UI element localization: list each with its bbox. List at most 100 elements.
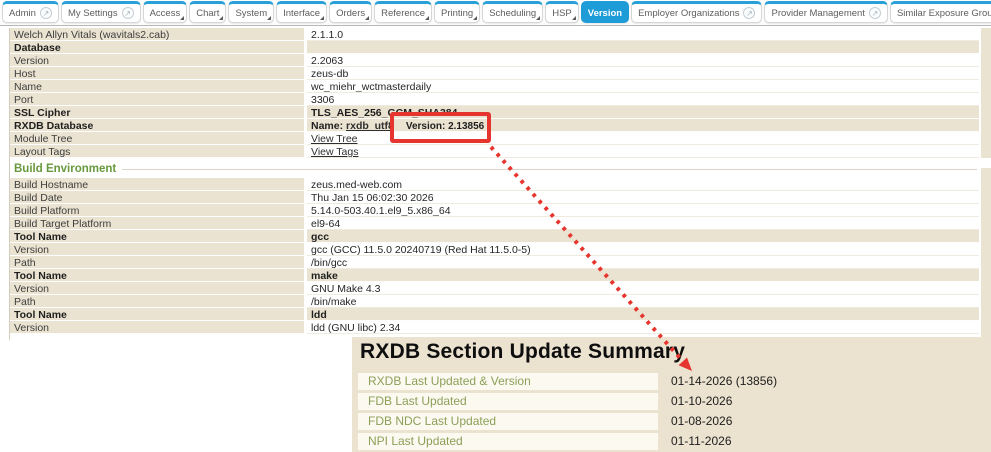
open-in-new-window-icon[interactable] — [743, 7, 755, 19]
table-row-tool-name: Tool Nameldd — [10, 308, 979, 321]
tab-employer-organizations[interactable]: Employer Organizations — [631, 1, 762, 23]
tab-version[interactable]: Version — [581, 1, 629, 23]
row-label: Tool Name — [10, 230, 304, 243]
rxdb-summary-overlay: RXDB Section Update Summary RXDB Last Up… — [347, 337, 991, 452]
row-label: Build Hostname — [10, 178, 304, 191]
row-label: Path — [10, 256, 304, 269]
open-in-new-window-icon[interactable] — [869, 7, 881, 19]
table-row-version: Versiongcc (GCC) 11.5.0 20240719 (Red Ha… — [10, 243, 979, 256]
row-value: zeus-db — [307, 67, 979, 80]
row-value: 2.2063 — [307, 54, 979, 67]
dropdown-caret-icon — [365, 16, 369, 20]
tab-chart[interactable]: Chart — [189, 1, 226, 23]
table-row-port: Port3306 — [10, 93, 979, 106]
table-row-rxdb-database: RXDB DatabaseName: rxdb_utf8Version: 2.1… — [10, 119, 979, 132]
tab-access[interactable]: Access — [143, 1, 188, 23]
dropdown-caret-icon — [320, 16, 324, 20]
overlay-title: RXDB Section Update Summary — [360, 340, 991, 364]
row-label: Version — [10, 243, 304, 256]
value-link[interactable]: rxdb_utf8 — [346, 120, 394, 132]
open-in-new-window-icon[interactable] — [40, 7, 52, 19]
dropdown-caret-icon — [572, 16, 576, 20]
table-row-version: Version2.2063 — [10, 54, 979, 67]
row-value: zeus.med-web.com — [307, 178, 979, 191]
value-link[interactable]: View Tags — [311, 146, 358, 158]
row-value: wc_miehr_wctmasterdaily — [307, 80, 979, 93]
table-row-build-target-platform: Build Target Platformel9-64 — [10, 217, 979, 230]
dropdown-caret-icon — [219, 16, 223, 20]
tab-system[interactable]: System — [228, 1, 274, 23]
tab-my-settings[interactable]: My Settings — [61, 1, 141, 23]
row-value: make — [307, 269, 979, 282]
row-label: Port — [10, 93, 304, 106]
tab-similar-exposure-groups-segs[interactable]: Similar Exposure Groups (SEGs) — [890, 1, 991, 23]
row-label: SSL Cipher — [10, 106, 304, 119]
table-row-version: Versionldd (GNU libc) 2.34 — [10, 321, 979, 334]
summary-row-fdb-ndc-last-updated: FDB NDC Last Updated01-08-2026 — [358, 413, 983, 430]
row-value: 3306 — [307, 93, 979, 106]
tab-orders[interactable]: Orders — [329, 1, 372, 23]
row-value — [307, 41, 979, 54]
summary-row-value: 01-11-2026 — [658, 433, 732, 450]
row-label: Build Platform — [10, 204, 304, 217]
tab-hsp[interactable]: HSP — [545, 1, 579, 23]
row-value: TLS_AES_256_GCM_SHA384 — [307, 106, 979, 119]
tab-provider-management[interactable]: Provider Management — [764, 1, 887, 23]
row-value: View Tree — [307, 132, 979, 145]
row-value: ldd (GNU libc) 2.34 — [307, 321, 979, 334]
row-value: Thu Jan 15 06:02:30 2026 — [307, 191, 979, 204]
tab-bar: AdminMy SettingsAccessChartSystemInterfa… — [0, 0, 991, 26]
table-row-path: Path/bin/gcc — [10, 256, 979, 269]
row-label: Host — [10, 67, 304, 80]
row-label: Path — [10, 295, 304, 308]
table-row-build-date: Build DateThu Jan 15 06:02:30 2026 — [10, 191, 979, 204]
summary-row-label: FDB NDC Last Updated — [358, 413, 658, 430]
dropdown-caret-icon — [180, 16, 184, 20]
table-row-ssl-cipher: SSL CipherTLS_AES_256_GCM_SHA384 — [10, 106, 979, 119]
table-row-database: Database — [10, 41, 979, 54]
row-value: 2.1.1.0 — [307, 28, 979, 41]
version-table: Welch Allyn Vitals (wavitals2.cab)2.1.1.… — [9, 28, 979, 340]
tab-printing[interactable]: Printing — [434, 1, 480, 23]
table-row-build-hostname: Build Hostnamezeus.med-web.com — [10, 178, 979, 191]
table-row-layout-tags: Layout TagsView Tags — [10, 145, 979, 158]
tab-scheduling[interactable]: Scheduling — [482, 1, 543, 23]
row-label: Version — [10, 282, 304, 295]
summary-row-label: RXDB Last Updated & Version — [358, 373, 658, 390]
summary-row-label: NPI Last Updated — [358, 433, 658, 450]
dropdown-caret-icon — [267, 16, 271, 20]
row-value: gcc — [307, 230, 979, 243]
summary-row-npi-last-updated: NPI Last Updated01-11-2026 — [358, 433, 983, 450]
tab-reference[interactable]: Reference — [374, 1, 432, 23]
row-value: View Tags — [307, 145, 979, 158]
open-in-new-window-icon[interactable] — [122, 7, 134, 19]
table-row-build-platform: Build Platform5.14.0-503.40.1.el9_5.x86_… — [10, 204, 979, 217]
table-row-host: Hostzeus-db — [10, 67, 979, 80]
table-row-build-environment: Build Environment — [10, 158, 979, 178]
table-row-module-tree: Module Tree View Tree — [10, 132, 979, 145]
value-link[interactable]: View Tree — [311, 133, 358, 145]
row-label: Welch Allyn Vitals (wavitals2.cab) — [10, 28, 304, 41]
dropdown-caret-icon — [473, 16, 477, 20]
dropdown-caret-icon — [536, 16, 540, 20]
row-label: Build Target Platform — [10, 217, 304, 230]
row-label: Name — [10, 80, 304, 93]
summary-row-value: 01-14-2026 (13856) — [658, 373, 777, 390]
row-label: Module Tree — [10, 132, 304, 145]
summary-row-rxdb-last-updated-version: RXDB Last Updated & Version01-14-2026 (1… — [358, 373, 983, 390]
row-label: Build Date — [10, 191, 304, 204]
summary-row-label: FDB Last Updated — [358, 393, 658, 410]
table-row-version: VersionGNU Make 4.3 — [10, 282, 979, 295]
row-label: Version — [10, 54, 304, 67]
tab-admin[interactable]: Admin — [2, 1, 59, 23]
table-row-tool-name: Tool Namegcc — [10, 230, 979, 243]
row-label: Tool Name — [10, 308, 304, 321]
row-label: Tool Name — [10, 269, 304, 282]
row-label: RXDB Database — [10, 119, 304, 132]
row-label: Database — [10, 41, 304, 54]
row-value: ldd — [307, 308, 979, 321]
panel-edge-gap — [981, 158, 991, 168]
row-value: GNU Make 4.3 — [307, 282, 979, 295]
tab-interface[interactable]: Interface — [276, 1, 327, 23]
row-label: Build Environment — [10, 158, 122, 178]
